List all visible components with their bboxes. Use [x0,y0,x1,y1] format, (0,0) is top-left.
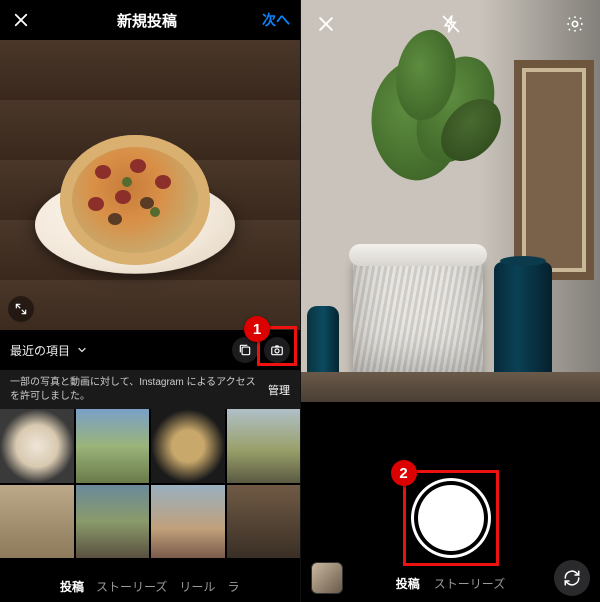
permission-banner: 一部の写真と動画に対して、Instagram によるアクセスを許可しました。 管… [0,370,300,409]
thumb[interactable] [151,409,225,483]
mode-live[interactable]: ラ [227,578,239,595]
composer-header: 新規投稿 次へ [0,0,300,40]
thumb[interactable] [0,409,74,483]
mode-reels[interactable]: リール [179,578,215,595]
expand-icon[interactable] [8,296,34,322]
annotation-box-2 [403,470,499,566]
preview-area[interactable] [0,40,300,330]
close-icon[interactable] [315,13,337,35]
right-pane: 2 投稿 ストーリーズ [300,0,600,602]
thumb[interactable] [76,409,150,483]
mode-bar: 投稿 ストーリーズ リール ラ [0,570,300,602]
annotation-badge-2: 2 [391,460,417,486]
flash-off-icon[interactable] [440,13,462,35]
gear-icon[interactable] [564,13,586,35]
chevron-down-icon[interactable] [76,344,88,356]
thumb[interactable] [227,485,301,559]
camera-viewfinder [301,0,600,402]
mode-post[interactable]: 投稿 [60,578,84,595]
thumb[interactable] [0,485,74,559]
album-label[interactable]: 最近の項目 [10,342,70,359]
thumb[interactable] [227,409,301,483]
camera-topbar [301,0,600,48]
next-button[interactable]: 次へ [262,10,290,30]
thumbnail-grid [0,409,300,558]
header-title: 新規投稿 [117,10,177,31]
mode-post[interactable]: 投稿 [396,575,420,592]
thumb[interactable] [76,485,150,559]
camera-lower: 2 投稿 ストーリーズ [301,402,600,602]
camera-switch-icon[interactable] [554,560,590,596]
thumb[interactable] [151,485,225,559]
close-icon[interactable] [10,9,32,31]
manage-button[interactable]: 管理 [268,382,290,398]
mode-stories[interactable]: ストーリーズ [434,575,505,592]
mode-stories[interactable]: ストーリーズ [96,578,167,595]
left-pane: 新規投稿 次へ 最近の項目 [0,0,300,602]
annotation-badge-1: 1 [244,316,270,342]
permission-text: 一部の写真と動画に対して、Instagram によるアクセスを許可しました。 [10,376,258,403]
